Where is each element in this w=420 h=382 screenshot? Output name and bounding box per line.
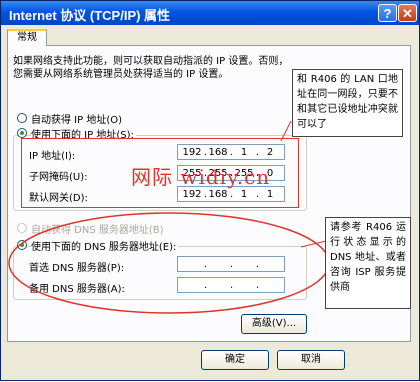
dns-highlight-ellipse xyxy=(8,212,330,314)
annotation-overlay xyxy=(8,120,330,314)
watermark: 网际 widiy.cn xyxy=(131,165,271,189)
dns-annotation-note: 请参考 R406 运行状态显示的 DNS 地址、或者咨询 ISP 服务提供商 xyxy=(325,217,411,309)
tcpip-properties-window: Internet 协议 (TCP/IP) 属性 ? ✕ 常规 如果网络支持此功能… xyxy=(0,0,420,381)
callout-line-1 xyxy=(280,120,292,142)
ip-annotation-note: 和 R406 的 LAN 口地址在同一网段，只要不和其它已设地址冲突就可以了 xyxy=(292,69,403,137)
